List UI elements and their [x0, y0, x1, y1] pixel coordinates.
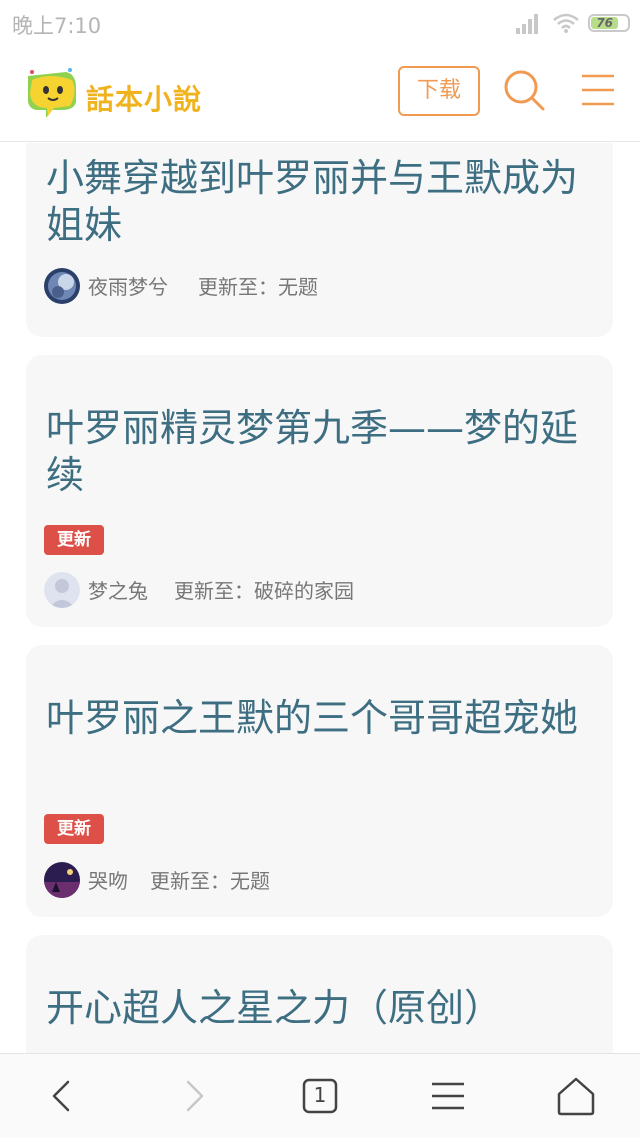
update-info: 更新至：破碎的家园: [174, 579, 354, 603]
update-info: 更新至：无题: [150, 869, 270, 893]
battery-icon: 76: [588, 14, 630, 32]
back-icon[interactable]: [40, 1074, 84, 1118]
menu-lines-icon[interactable]: [426, 1074, 470, 1118]
update-badge: 更新: [44, 814, 104, 844]
status-time: 晚上7:10: [12, 14, 102, 38]
story-card[interactable]: 叶罗丽之王默的三个哥哥超宠她 更新 哭吻 更新至：无题: [26, 645, 613, 917]
browser-bottom-bar: 1: [0, 1053, 640, 1138]
signal-icon: [516, 14, 538, 34]
author-row: 哭吻 更新至：无题: [44, 862, 584, 898]
author-name[interactable]: 夜雨梦兮: [88, 271, 168, 300]
author-avatar[interactable]: [44, 268, 80, 304]
story-title[interactable]: 叶罗丽之王默的三个哥哥超宠她: [46, 695, 586, 742]
story-list: 小舞穿越到叶罗丽并与王默成为姐妹 夜雨梦兮 更新至：无题 叶罗丽精灵梦第九季——…: [0, 143, 640, 1053]
wifi-icon: [553, 13, 579, 33]
status-bar: 晚上7:10 76: [0, 0, 640, 46]
story-card[interactable]: 开心超人之星之力（原创）: [26, 935, 613, 1053]
story-card[interactable]: 小舞穿越到叶罗丽并与王默成为姐妹 夜雨梦兮 更新至：无题: [26, 143, 613, 337]
author-avatar[interactable]: [44, 862, 80, 898]
story-card[interactable]: 叶罗丽精灵梦第九季——梦的延续 更新 梦之兔 更新至：破碎的家园: [26, 355, 613, 627]
status-icons: 76: [490, 12, 630, 34]
author-row: 梦之兔 更新至：破碎的家园: [44, 572, 584, 608]
search-icon[interactable]: [502, 68, 546, 112]
update-badge: 更新: [44, 525, 104, 555]
story-title[interactable]: 小舞穿越到叶罗丽并与王默成为姐妹: [46, 155, 586, 249]
author-row: 夜雨梦兮 更新至：无题: [44, 268, 584, 304]
author-avatar[interactable]: [44, 572, 80, 608]
story-title[interactable]: 开心超人之星之力（原创）: [46, 985, 586, 1032]
author-name[interactable]: 哭吻: [88, 865, 128, 894]
story-title[interactable]: 叶罗丽精灵梦第九季——梦的延续: [46, 405, 586, 499]
logo-text: 話本小說: [86, 83, 203, 116]
battery-level: 76: [591, 17, 619, 29]
tab-count: 1: [313, 1083, 327, 1107]
logo[interactable]: 話本小說: [22, 62, 222, 126]
author-name[interactable]: 梦之兔: [88, 575, 148, 604]
app-header: 話本小說 下载: [0, 46, 640, 142]
forward-icon[interactable]: [172, 1074, 216, 1118]
download-button[interactable]: 下载: [398, 66, 480, 116]
tabs-button[interactable]: 1: [298, 1074, 342, 1118]
mascot-logo-icon: [28, 68, 76, 118]
menu-icon[interactable]: [580, 72, 616, 108]
home-icon[interactable]: [554, 1074, 598, 1118]
update-info: 更新至：无题: [198, 275, 318, 299]
